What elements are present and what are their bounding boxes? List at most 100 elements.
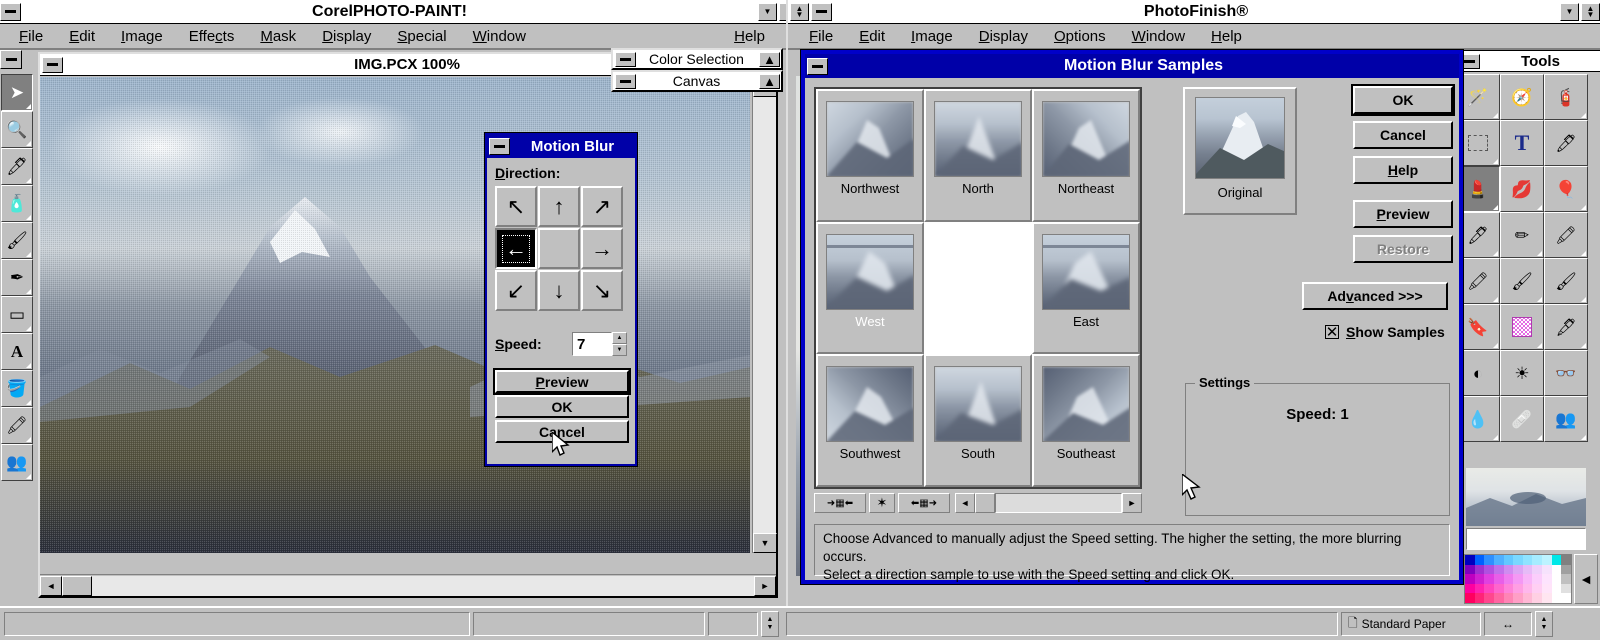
tool-paint[interactable]: 🖌 xyxy=(1,222,33,259)
pf-tool-brightness[interactable]: ☀ xyxy=(1500,350,1544,396)
motion-blur-system-menu-button[interactable] xyxy=(489,138,510,155)
speed-spinner-up[interactable]: ▲ xyxy=(612,332,627,344)
sample-north[interactable]: North xyxy=(924,89,1032,222)
h-scroll-thumb[interactable] xyxy=(62,575,92,596)
pf-tool-highlighter-yellow[interactable]: 🖌 xyxy=(1500,258,1544,304)
samples-ok-button[interactable]: OK xyxy=(1351,84,1455,116)
sample-west[interactable]: West xyxy=(816,221,924,355)
pf-menu-options[interactable]: Options xyxy=(1041,26,1119,47)
show-samples-checkbox-row[interactable]: ✕ Show Samples xyxy=(1325,324,1445,340)
color-selection-rollup-button[interactable]: ▲ xyxy=(759,51,780,67)
document-horizontal-scrollbar[interactable]: ◄ ► xyxy=(40,574,776,596)
pf-tool-chalk[interactable]: 🖍 xyxy=(1544,212,1588,258)
tool-airbrush[interactable]: 🧴 xyxy=(1,185,33,222)
image-canvas[interactable] xyxy=(40,77,750,553)
menu-help[interactable]: Help xyxy=(721,26,778,47)
canvas-system-menu[interactable] xyxy=(615,73,636,89)
pf-menu-edit[interactable]: Edit xyxy=(846,26,898,47)
pf-tool-eraser[interactable]: 🩹 xyxy=(1500,396,1544,442)
samples-help-button[interactable]: Help xyxy=(1353,156,1453,184)
pf-tool-pencil[interactable]: ✏ xyxy=(1500,212,1544,258)
pf-tool-feather[interactable]: 🖋 xyxy=(1544,304,1588,350)
photofinish-restore-left-button[interactable]: ▲ ▼ xyxy=(790,2,809,21)
pf-tool-text[interactable]: T xyxy=(1500,120,1544,166)
direction-south[interactable]: ↓ xyxy=(538,270,580,311)
samples-scroll-right-button[interactable]: ► xyxy=(1122,493,1142,513)
status-spinner-left[interactable]: ▲ ▼ xyxy=(761,611,779,637)
show-samples-checkbox[interactable]: ✕ xyxy=(1325,325,1339,340)
direction-east[interactable]: → xyxy=(581,228,623,269)
status-pane-resize[interactable]: ↔ xyxy=(1484,612,1532,636)
sample-south[interactable]: South xyxy=(924,354,1032,487)
photofinish-color-palette[interactable] xyxy=(1464,554,1572,604)
menu-display[interactable]: Display xyxy=(309,26,384,47)
tool-eyedropper[interactable]: 🖊 xyxy=(1,148,33,185)
scroll-left-button[interactable]: ◄ xyxy=(40,575,62,596)
pf-menu-image[interactable]: Image xyxy=(898,26,966,47)
sample-northwest[interactable]: Northwest xyxy=(816,89,924,222)
expand-grid-button[interactable]: ⬅▦➜ xyxy=(898,493,950,513)
pf-tool-eyedropper[interactable]: 🖊 xyxy=(1544,120,1588,166)
photofinish-minimize-button[interactable]: ▼ xyxy=(1560,2,1579,21)
tool-pick[interactable]: ➤ xyxy=(1,74,33,111)
sample-east[interactable]: East xyxy=(1032,221,1140,355)
menu-file[interactable]: FFileile xyxy=(6,26,56,47)
samples-scroll-left-button[interactable]: ◄ xyxy=(955,493,975,513)
tool-clone[interactable]: 🖍 xyxy=(1,407,33,444)
status-pane-paper[interactable]: 🗋 Standard Paper xyxy=(1341,612,1481,636)
pf-tool-clone-people[interactable]: 👥 xyxy=(1544,396,1588,442)
samples-cancel-button[interactable]: Cancel xyxy=(1353,121,1453,149)
motion-blur-ok-button[interactable]: OK xyxy=(495,395,629,418)
pf-tool-spray-can[interactable]: 🧯 xyxy=(1544,74,1588,120)
direction-west[interactable]: ← xyxy=(495,228,537,269)
pf-menu-window[interactable]: Window xyxy=(1119,26,1198,47)
corel-system-menu-button[interactable] xyxy=(0,2,21,21)
tool-zoom[interactable]: 🔍 xyxy=(1,111,33,148)
menu-mask[interactable]: Mask xyxy=(247,26,309,47)
h-scroll-track[interactable] xyxy=(92,575,754,596)
tool-text[interactable]: A xyxy=(1,333,33,370)
sample-northeast[interactable]: Northeast xyxy=(1032,89,1140,222)
canvas-rollup-button[interactable]: ▲ xyxy=(759,73,780,89)
document-system-menu-button[interactable] xyxy=(42,56,63,73)
menu-effects[interactable]: Effects xyxy=(176,26,248,47)
palette-swatches[interactable] xyxy=(1465,555,1571,603)
direction-southeast[interactable]: ↘ xyxy=(581,270,623,311)
pf-tool-red-brush[interactable]: 🖌 xyxy=(1544,258,1588,304)
sample-southeast[interactable]: Southeast xyxy=(1032,354,1140,487)
document-vertical-scrollbar[interactable]: ▲ ▼ xyxy=(752,77,777,553)
menu-edit[interactable]: Edit xyxy=(56,26,108,47)
direction-center[interactable] xyxy=(538,228,580,269)
photofinish-system-menu-button[interactable] xyxy=(811,2,832,21)
samples-scroll-thumb[interactable] xyxy=(975,493,995,513)
scatter-button[interactable]: ✶ xyxy=(869,493,895,513)
sample-southwest[interactable]: Southwest xyxy=(816,354,924,487)
pf-tool-smear[interactable]: 💋 xyxy=(1500,166,1544,212)
tool-fill[interactable]: 🪣 xyxy=(1,370,33,407)
tool-people[interactable]: 👥 xyxy=(1,444,33,481)
direction-north[interactable]: ↑ xyxy=(538,186,580,227)
menu-image[interactable]: Image xyxy=(108,26,176,47)
motion-blur-preview-button[interactable]: Preview xyxy=(493,368,631,395)
sample-center-blank[interactable] xyxy=(924,221,1032,355)
menu-special[interactable]: Special xyxy=(384,26,459,47)
palette-scroll-left-button[interactable]: ◄ xyxy=(1574,554,1598,604)
pf-menu-display[interactable]: Display xyxy=(966,26,1041,47)
speed-spinner-down[interactable]: ▼ xyxy=(612,344,627,356)
tool-brush[interactable]: ✒ xyxy=(1,259,33,296)
toolbox-system-menu-button[interactable] xyxy=(0,50,22,69)
color-selection-system-menu[interactable] xyxy=(615,51,636,67)
samples-preview-button[interactable]: Preview xyxy=(1353,200,1453,228)
menu-window[interactable]: Window xyxy=(460,26,539,47)
samples-scroll-track[interactable] xyxy=(995,493,1122,513)
speed-input[interactable]: 7 xyxy=(572,332,612,356)
samples-system-menu-button[interactable] xyxy=(807,57,828,75)
pf-menu-file[interactable]: File xyxy=(796,26,846,47)
corel-minimize-button[interactable]: ▼ xyxy=(758,2,777,21)
direction-northwest[interactable]: ↖ xyxy=(495,186,537,227)
shrink-grid-button[interactable]: ➜▦⬅ xyxy=(814,493,866,513)
scroll-right-button[interactable]: ► xyxy=(754,575,776,596)
samples-advanced-button[interactable]: Advanced >>> xyxy=(1302,282,1448,310)
direction-southwest[interactable]: ↙ xyxy=(495,270,537,311)
pf-tool-airbrush[interactable]: 🎈 xyxy=(1544,166,1588,212)
